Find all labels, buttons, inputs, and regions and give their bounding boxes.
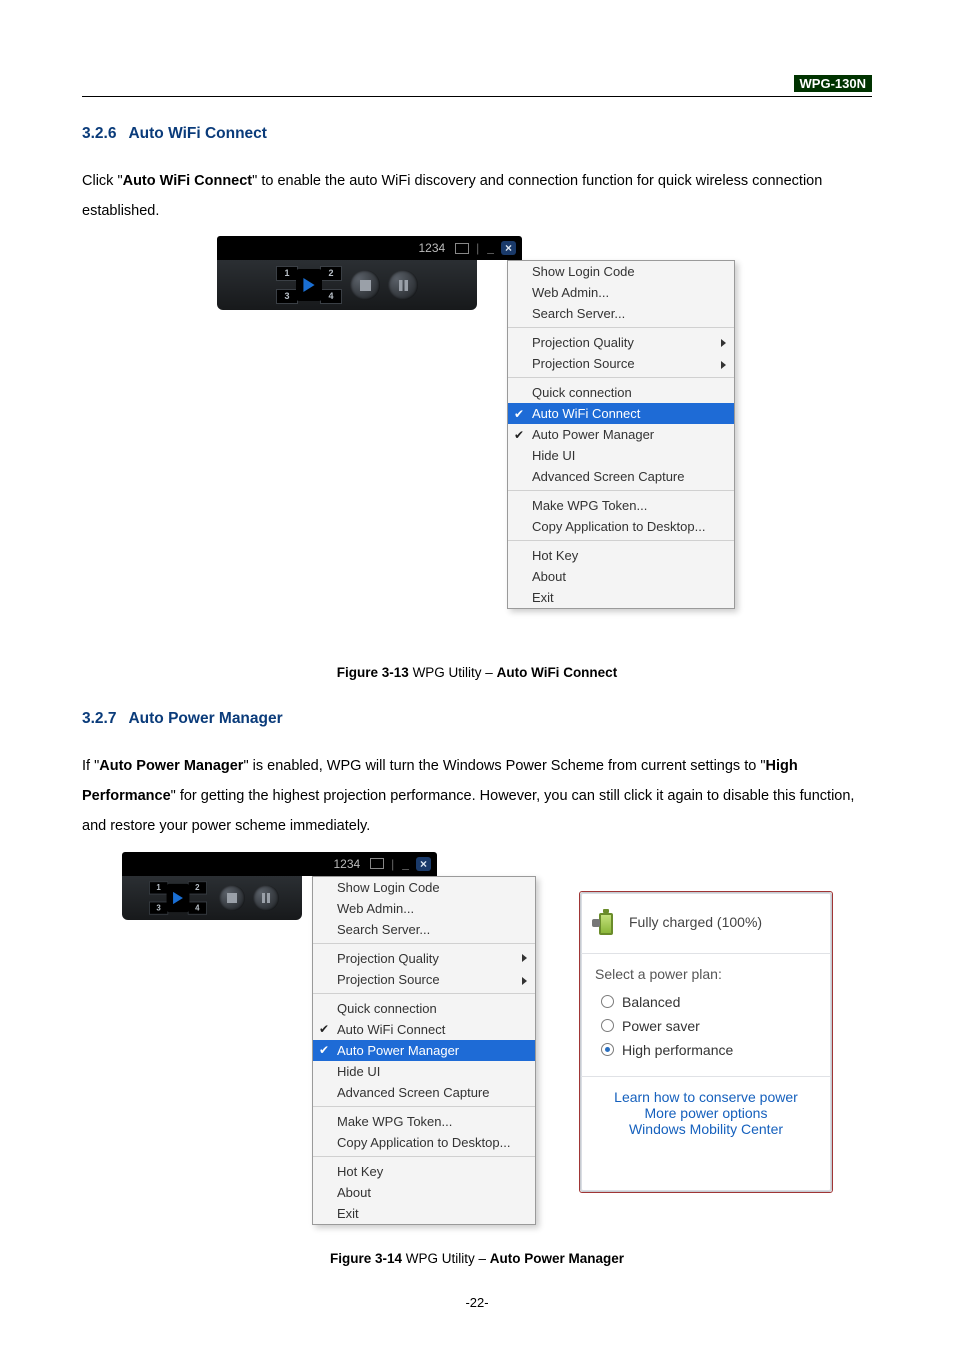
quadrant-1[interactable]: 1 <box>276 266 298 281</box>
menu-quick-connection[interactable]: Quick connection <box>508 382 734 403</box>
figure-3-13: 1234 | _ × 1 2 3 4 <box>217 236 737 636</box>
page-number: -22- <box>0 1295 954 1310</box>
app-titlebar: 1234 | _ × <box>217 236 522 260</box>
stop-button[interactable] <box>219 885 245 911</box>
menu-exit[interactable]: Exit <box>508 587 734 608</box>
menu-exit[interactable]: Exit <box>313 1203 535 1224</box>
play-button[interactable] <box>167 884 190 912</box>
menu-projection-quality[interactable]: Projection Quality <box>508 332 734 353</box>
product-badge: WPG-130N <box>794 75 872 92</box>
quadrant-3[interactable]: 3 <box>149 901 168 914</box>
check-icon: ✔ <box>514 407 524 421</box>
power-options-panel: Fully charged (100%) Select a power plan… <box>580 892 832 1192</box>
menu-show-login-code[interactable]: Show Login Code <box>313 877 535 898</box>
radio-icon <box>601 995 614 1008</box>
stop-button[interactable] <box>350 270 380 300</box>
pause-button[interactable] <box>388 270 418 300</box>
power-plan-label: Select a power plan: <box>595 966 817 982</box>
minimize-button[interactable]: _ <box>402 857 409 871</box>
menu-copy-to-desktop[interactable]: Copy Application to Desktop... <box>313 1132 535 1157</box>
context-menu: Show Login Code Web Admin... Search Serv… <box>312 876 536 1225</box>
quadrant-4[interactable]: 4 <box>320 289 342 304</box>
submenu-arrow-icon <box>721 339 726 347</box>
section-326-title: Auto WiFi Connect <box>128 125 266 142</box>
projection-controller: 1 2 3 4 <box>217 260 477 310</box>
menu-search-server[interactable]: Search Server... <box>508 303 734 328</box>
radio-icon <box>601 1019 614 1032</box>
section-327-heading: 3.2.7 Auto Power Manager <box>82 710 872 728</box>
pause-button[interactable] <box>253 885 279 911</box>
titlebar-icon <box>370 858 384 869</box>
quadrant-selector[interactable]: 1 2 3 4 <box>149 881 207 914</box>
menu-projection-source[interactable]: Projection Source <box>508 353 734 378</box>
figure-3-14-caption: Figure 3-14 WPG Utility – Auto Power Man… <box>82 1251 872 1266</box>
menu-make-wpg-token[interactable]: Make WPG Token... <box>508 495 734 516</box>
section-327-paragraph: If "Auto Power Manager" is enabled, WPG … <box>82 752 872 841</box>
menu-hide-ui[interactable]: Hide UI <box>313 1061 535 1082</box>
check-icon: ✔ <box>319 1043 329 1057</box>
header-rule <box>82 96 872 97</box>
play-button[interactable] <box>296 269 322 301</box>
power-plan-balanced[interactable]: Balanced <box>595 990 817 1014</box>
projection-controller: 1 2 3 4 <box>122 876 302 920</box>
quadrant-1[interactable]: 1 <box>149 881 168 894</box>
quadrant-2[interactable]: 2 <box>188 881 207 894</box>
power-plan-high-performance[interactable]: High performance <box>595 1038 817 1062</box>
menu-auto-power-manager[interactable]: ✔Auto Power Manager <box>508 424 734 445</box>
section-326-number: 3.2.6 <box>82 125 116 142</box>
submenu-arrow-icon <box>721 361 726 369</box>
titlebar-icon <box>455 243 469 254</box>
quadrant-4[interactable]: 4 <box>188 901 207 914</box>
titlebar-login-code: 1234 <box>418 241 445 255</box>
menu-copy-to-desktop[interactable]: Copy Application to Desktop... <box>508 516 734 541</box>
power-plan-saver[interactable]: Power saver <box>595 1014 817 1038</box>
minimize-button[interactable]: _ <box>487 241 494 255</box>
submenu-arrow-icon <box>522 954 527 962</box>
section-326-paragraph: Click "Auto WiFi Connect" to enable the … <box>82 167 872 226</box>
section-327-title: Auto Power Manager <box>128 710 282 727</box>
menu-quick-connection[interactable]: Quick connection <box>313 998 535 1019</box>
menu-advanced-screen-capture[interactable]: Advanced Screen Capture <box>313 1082 535 1107</box>
check-icon: ✔ <box>319 1022 329 1036</box>
mobility-center-link[interactable]: Windows Mobility Center <box>595 1121 817 1137</box>
battery-icon <box>595 907 619 937</box>
menu-web-admin[interactable]: Web Admin... <box>508 282 734 303</box>
quadrant-2[interactable]: 2 <box>320 266 342 281</box>
section-326-heading: 3.2.6 Auto WiFi Connect <box>82 125 872 143</box>
menu-hot-key[interactable]: Hot Key <box>508 545 734 566</box>
radio-selected-icon <box>601 1043 614 1056</box>
submenu-arrow-icon <box>522 977 527 985</box>
menu-auto-wifi-connect[interactable]: ✔Auto WiFi Connect <box>508 403 734 424</box>
menu-auto-wifi-connect[interactable]: ✔Auto WiFi Connect <box>313 1019 535 1040</box>
menu-make-wpg-token[interactable]: Make WPG Token... <box>313 1111 535 1132</box>
figure-3-13-caption: Figure 3-13 WPG Utility – Auto WiFi Conn… <box>82 665 872 680</box>
menu-auto-power-manager[interactable]: ✔Auto Power Manager <box>313 1040 535 1061</box>
menu-advanced-screen-capture[interactable]: Advanced Screen Capture <box>508 466 734 491</box>
titlebar-login-code: 1234 <box>333 857 360 871</box>
menu-projection-quality[interactable]: Projection Quality <box>313 948 535 969</box>
more-power-options-link[interactable]: More power options <box>595 1105 817 1121</box>
close-button[interactable]: × <box>416 857 431 871</box>
figure-3-14: 1234 | _ × 1 2 3 4 <box>122 852 832 1222</box>
menu-web-admin[interactable]: Web Admin... <box>313 898 535 919</box>
quadrant-3[interactable]: 3 <box>276 289 298 304</box>
section-327-number: 3.2.7 <box>82 710 116 727</box>
menu-show-login-code[interactable]: Show Login Code <box>508 261 734 282</box>
context-menu: Show Login Code Web Admin... Search Serv… <box>507 260 735 609</box>
check-icon: ✔ <box>514 428 524 442</box>
menu-about[interactable]: About <box>508 566 734 587</box>
menu-hide-ui[interactable]: Hide UI <box>508 445 734 466</box>
battery-status-text: Fully charged (100%) <box>629 914 762 930</box>
menu-projection-source[interactable]: Projection Source <box>313 969 535 994</box>
menu-hot-key[interactable]: Hot Key <box>313 1161 535 1182</box>
close-button[interactable]: × <box>501 241 516 255</box>
learn-conserve-link[interactable]: Learn how to conserve power <box>595 1089 817 1105</box>
menu-about[interactable]: About <box>313 1182 535 1203</box>
quadrant-selector[interactable]: 1 2 3 4 <box>276 266 342 304</box>
app-titlebar: 1234 | _ × <box>122 852 437 876</box>
menu-search-server[interactable]: Search Server... <box>313 919 535 944</box>
